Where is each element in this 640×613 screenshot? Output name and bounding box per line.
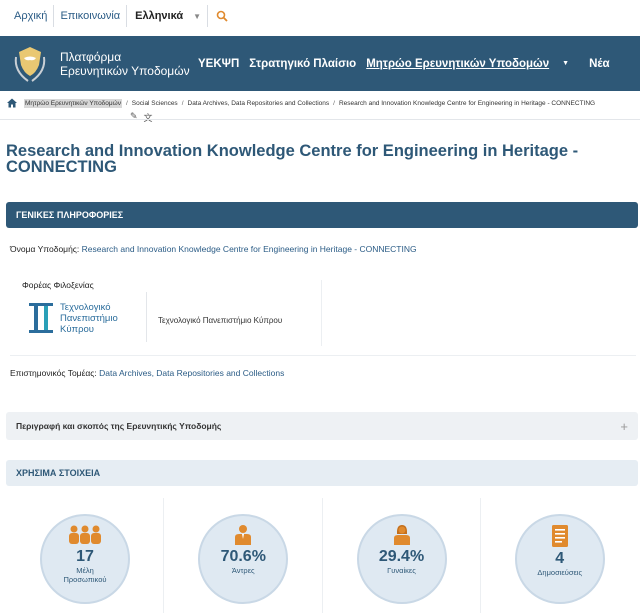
useful-info-header: ΧΡΗΣΙΜΑ ΣΤΟΙΧΕΙΑ xyxy=(6,460,638,486)
host-logo-line-2: Πανεπιστήμιο xyxy=(60,312,118,324)
stat-circle: 29.4% Γυναίκες xyxy=(356,514,447,604)
search-icon xyxy=(216,10,228,22)
stat-label: Γυναίκες xyxy=(387,566,416,575)
stat-staff: 17 Μέλη Προσωπικού xyxy=(6,498,165,613)
nav-item-strategic-framework[interactable]: Στρατηγικό Πλαίσιο xyxy=(249,58,356,70)
search-button[interactable] xyxy=(208,5,236,27)
man-icon xyxy=(235,525,252,545)
home-icon[interactable] xyxy=(6,97,18,109)
plus-icon: + xyxy=(620,418,628,434)
stat-value: 29.4% xyxy=(378,548,425,565)
stat-men: 70.6% Άντρες xyxy=(164,498,323,613)
breadcrumb-item-registry[interactable]: Μητρώο Ερευνητικών Υποδομών xyxy=(24,98,122,108)
page-title: Research and Innovation Knowledge Centre… xyxy=(6,142,579,176)
stat-value: 70.6% xyxy=(220,548,266,565)
host-logo-text: Τεχνολογικό Πανεπιστήμιο Κύπρου xyxy=(60,302,118,335)
stat-circle: 17 Μέλη Προσωπικού xyxy=(40,514,130,604)
breadcrumb-separator: / xyxy=(333,99,335,107)
host-divider xyxy=(321,280,322,346)
stat-label: Δημοσιεύσεις xyxy=(537,568,583,577)
host-logo[interactable]: Τεχνολογικό Πανεπιστήμιο Κύπρου xyxy=(28,298,148,338)
breadcrumb: Μητρώο Ερευνητικών Υποδομών / Social Sci… xyxy=(6,97,638,109)
cyprus-emblem-logo[interactable] xyxy=(0,36,60,91)
host-logo-line-3: Κύπρου xyxy=(60,323,94,335)
brand-line-1: Πλατφόρμα xyxy=(60,49,122,64)
stat-value: 4 xyxy=(555,550,565,567)
host-divider xyxy=(146,292,147,342)
university-logo-icon xyxy=(29,303,53,333)
nav-menu: ΥΕΚΨΠ Στρατηγικό Πλαίσιο Μητρώο Ερευνητι… xyxy=(198,58,620,70)
main-navbar: Πλατφόρμα Ερευνητικών Υποδομών ΥΕΚΨΠ Στρ… xyxy=(0,36,640,91)
breadcrumb-separator: / xyxy=(181,99,184,107)
language-label: Ελληνικά xyxy=(135,10,184,22)
nav-item-yekpsp[interactable]: ΥΕΚΨΠ xyxy=(198,58,239,70)
magic-wand-icon[interactable]: ✎ xyxy=(130,111,138,124)
infrastructure-name-field: Όνομα Υποδομής: Research and Innovation … xyxy=(10,244,417,254)
stat-circle: 4 Δημοσιεύσεις xyxy=(514,514,605,604)
breadcrumb-separator: / xyxy=(125,99,128,107)
brand-line-2: Ερευνητικών Υποδομών xyxy=(60,63,190,78)
chevron-down-icon: ▼ xyxy=(562,59,570,67)
platform-brand[interactable]: Πλατφόρμα Ερευνητικών Υποδομών xyxy=(60,50,198,78)
language-selector[interactable]: Ελληνικά ▼ xyxy=(127,5,209,27)
top-utility-bar: Αρχική Επικοινωνία Ελληνικά ▼ xyxy=(0,0,640,32)
stat-value: 17 xyxy=(76,548,94,565)
description-accordion-title: Περιγραφή και σκοπός της Ερευνητικής Υπο… xyxy=(16,421,222,431)
nav-item-news[interactable]: Νέα xyxy=(589,58,610,70)
emblem-icon xyxy=(14,46,46,82)
document-icon xyxy=(551,525,568,547)
breadcrumb-item-current: Research and Innovation Knowledge Centre… xyxy=(338,99,596,107)
breadcrumb-item-data-archives[interactable]: Data Archives, Data Repositories and Col… xyxy=(188,100,330,107)
contact-link[interactable]: Επικοινωνία xyxy=(54,5,128,27)
scientific-sector-field: Επιστημονικός Τομέας: Data Archives, Dat… xyxy=(10,368,284,378)
nav-item-registry-label: Μητρώο Ερευνητικών Υποδομών xyxy=(366,57,550,70)
stat-circle: 70.6% Άντρες xyxy=(198,514,289,604)
nav-item-registry[interactable]: Μητρώο Ερευνητικών Υποδομών ▼ xyxy=(366,58,579,70)
stat-label: Μέλη Προσωπικού xyxy=(63,566,107,584)
host-organization-card: Φορέας Φιλοξενίας Τεχνολογικό Πανεπιστήμ… xyxy=(10,270,636,356)
host-logo-line-1: Τεχνολογικό xyxy=(60,301,111,313)
stat-women: 29.4% Γυναίκες xyxy=(323,498,481,613)
description-accordion[interactable]: Περιγραφή και σκοπός της Ερευνητικής Υπο… xyxy=(6,412,638,440)
home-link[interactable]: Αρχική xyxy=(8,5,55,27)
stats-row: 17 Μέλη Προσωπικού 70.6% Άντρες 29.4% Γυ… xyxy=(6,498,638,613)
host-name[interactable]: Τεχνολογικό Πανεπιστήμιο Κύπρου xyxy=(158,316,282,325)
host-label: Φορέας Φιλοξενίας xyxy=(22,280,94,290)
chevron-down-icon: ▼ xyxy=(193,11,202,21)
breadcrumb-item-social-sciences[interactable]: Social Sciences xyxy=(132,100,178,107)
selection-toolbar: ✎ 文 xyxy=(130,111,153,124)
infrastructure-name-value: Research and Innovation Knowledge Centre… xyxy=(81,244,417,254)
scientific-sector-value[interactable]: Data Archives, Data Repositories and Col… xyxy=(99,368,284,378)
woman-icon xyxy=(393,525,410,545)
breadcrumb-divider xyxy=(0,119,640,120)
stat-publications: 4 Δημοσιεύσεις xyxy=(481,498,638,613)
scientific-sector-label: Επιστημονικός Τομέας: xyxy=(10,368,97,378)
group-icon xyxy=(69,525,101,544)
translate-icon[interactable]: 文 xyxy=(144,111,153,124)
infrastructure-name-label: Όνομα Υποδομής: xyxy=(10,244,80,254)
stat-label: Άντρες xyxy=(231,566,255,575)
general-info-header: ΓΕΝΙΚΕΣ ΠΛΗΡΟΦΟΡΙΕΣ xyxy=(6,202,638,228)
